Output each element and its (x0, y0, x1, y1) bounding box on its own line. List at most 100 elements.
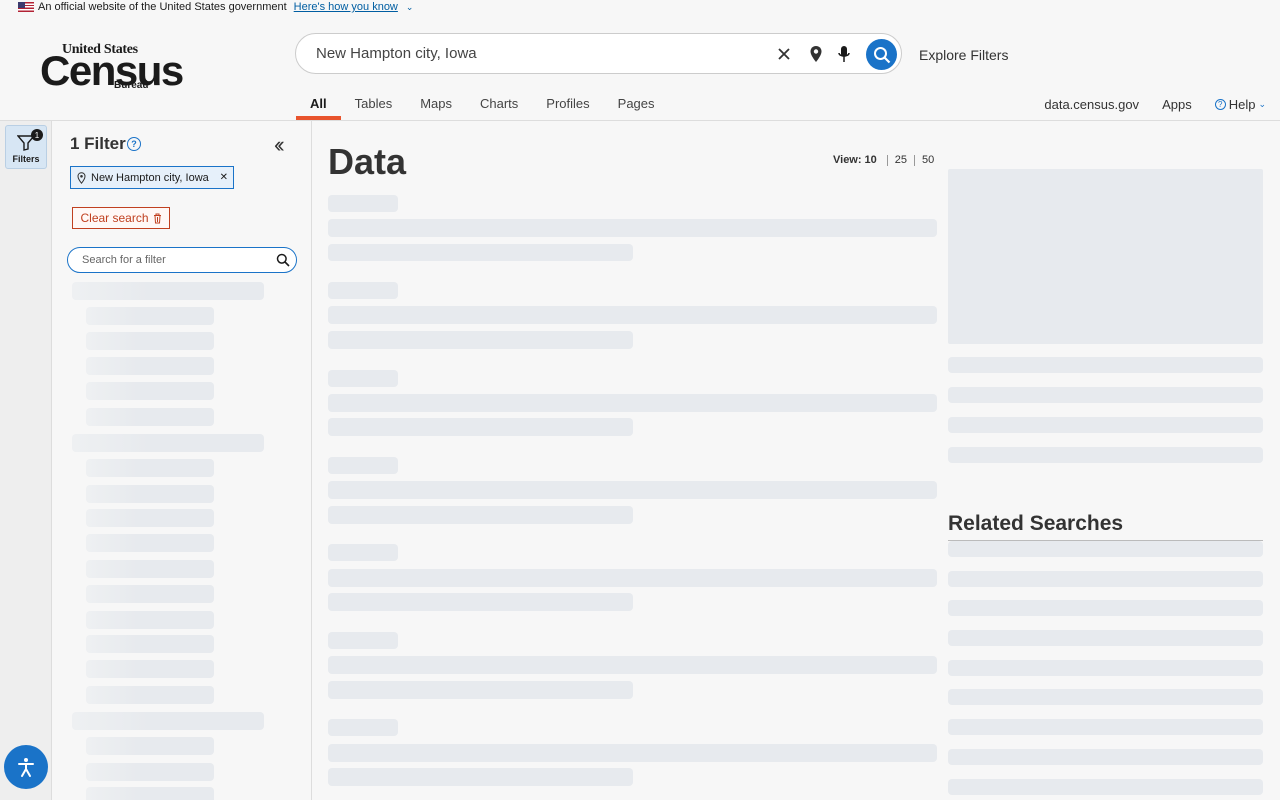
remove-filter-icon[interactable]: ✕ (220, 172, 228, 183)
skeleton-related-item (948, 749, 1263, 765)
skeleton-item (86, 485, 214, 503)
census-logo[interactable]: United States Census Bureau (40, 42, 184, 94)
skeleton-result-line (328, 681, 633, 699)
skeleton-line (948, 417, 1263, 433)
how-you-know-link[interactable]: Here's how you know (294, 1, 398, 13)
skeleton-item (86, 408, 214, 426)
trash-icon (153, 213, 161, 223)
skeleton-result-line (328, 394, 937, 412)
help-menu[interactable]: ? Help ⌄ (1214, 97, 1266, 112)
skeleton-result-line (328, 331, 633, 349)
tab-charts[interactable]: Charts (466, 95, 532, 120)
skeleton-result-line (328, 306, 937, 324)
main-results: Data View: 10 25 50 Related Searches (313, 121, 1280, 800)
skeleton-related-item (948, 541, 1263, 557)
skeleton-item (86, 560, 214, 578)
left-rail: 1 Filters (0, 121, 52, 800)
skeleton-result-line (328, 418, 633, 436)
active-filter-chip[interactable]: New Hampton city, Iowa ✕ (70, 166, 234, 189)
skeleton-related-item (948, 719, 1263, 735)
data-census-gov-link[interactable]: data.census.gov (1044, 97, 1139, 112)
skeleton-result-title (328, 457, 398, 474)
skeleton-result-line (328, 744, 937, 762)
skeleton-preview-card (948, 169, 1263, 344)
view-label: View: (833, 154, 862, 166)
collapse-panel-icon[interactable]: ‹‹ (274, 134, 284, 156)
skeleton-group (72, 712, 264, 730)
help-label: Help (1228, 97, 1256, 112)
skeleton-group (72, 434, 264, 452)
skeleton-item (86, 686, 214, 704)
skeleton-item (86, 332, 214, 350)
site-header: United States Census Bureau New Hampton … (0, 14, 1280, 121)
skeleton-item (86, 660, 214, 678)
accessibility-button[interactable] (4, 745, 48, 789)
filter-panel-title: 1 Filter (70, 134, 126, 153)
search-icon (873, 46, 890, 63)
skeleton-line (948, 387, 1263, 403)
skeleton-item (86, 737, 214, 755)
apps-link[interactable]: Apps (1162, 97, 1192, 112)
filter-search-input[interactable] (82, 254, 272, 266)
skeleton-related-item (948, 660, 1263, 676)
skeleton-result-title (328, 719, 398, 736)
tab-profiles[interactable]: Profiles (532, 95, 603, 120)
clear-search-button[interactable]: Clear search (72, 207, 170, 229)
view-option-25[interactable]: 25 (888, 154, 914, 166)
skeleton-item (86, 611, 214, 629)
skeleton-item (86, 307, 214, 325)
skeleton-related-item (948, 571, 1263, 587)
view-option-50[interactable]: 50 (915, 154, 941, 166)
skeleton-item (86, 382, 214, 400)
skeleton-item (86, 459, 214, 477)
filter-panel: 1 Filter ? ‹‹ New Hampton city, Iowa ✕ C… (53, 121, 312, 800)
results-per-page-selector: View: 10 25 50 (833, 154, 941, 166)
skeleton-item (86, 509, 214, 527)
header-right-links: data.census.gov Apps ? Help ⌄ (1044, 97, 1266, 112)
gov-banner-text: An official website of the United States… (38, 1, 287, 13)
main-search-box[interactable]: New Hampton city, Iowa (295, 33, 902, 74)
view-option-10[interactable]: 10 (865, 154, 884, 166)
tab-tables[interactable]: Tables (341, 95, 407, 120)
skeleton-item (86, 585, 214, 603)
skeleton-item (86, 534, 214, 552)
logo-line-2: Census (40, 47, 184, 94)
section-heading-data: Data (328, 141, 407, 182)
microphone-icon[interactable] (832, 42, 856, 66)
skeleton-result-line (328, 768, 633, 786)
search-submit-button[interactable] (866, 39, 897, 70)
result-type-tabs: All Tables Maps Charts Profiles Pages (296, 95, 669, 120)
filters-toggle-button[interactable]: 1 Filters (5, 125, 47, 169)
skeleton-group (72, 282, 264, 300)
accessibility-icon (18, 758, 34, 777)
filter-search-field[interactable] (67, 247, 297, 273)
skeleton-related-item (948, 630, 1263, 646)
location-pin-icon (77, 171, 86, 184)
skeleton-result-line (328, 244, 633, 261)
skeleton-result-line (328, 506, 633, 524)
skeleton-result-title (328, 370, 398, 387)
filter-count-badge: 1 (31, 129, 43, 141)
skeleton-item (86, 635, 214, 653)
tab-all[interactable]: All (296, 95, 341, 120)
help-circle-icon[interactable]: ? (127, 137, 141, 151)
skeleton-item (86, 357, 214, 375)
chevron-down-icon: ⌄ (1258, 99, 1266, 109)
clear-search-icon[interactable] (772, 42, 796, 66)
tab-maps[interactable]: Maps (406, 95, 466, 120)
logo-line-3: Bureau (114, 80, 149, 91)
skeleton-result-title (328, 544, 398, 561)
explore-filters-link[interactable]: Explore Filters (919, 47, 1008, 63)
tab-pages[interactable]: Pages (604, 95, 669, 120)
skeleton-result-title (328, 195, 398, 212)
chevron-down-icon[interactable]: ⌄ (406, 2, 414, 13)
skeleton-item (86, 763, 214, 781)
gov-banner: An official website of the United States… (0, 0, 1280, 14)
location-pin-icon[interactable] (804, 42, 828, 66)
filters-label: Filters (12, 154, 40, 164)
skeleton-result-line (328, 219, 937, 237)
skeleton-result-line (328, 569, 937, 587)
search-query-text[interactable]: New Hampton city, Iowa (316, 45, 477, 62)
skeleton-result-line (328, 593, 633, 611)
chip-label: New Hampton city, Iowa (91, 171, 209, 184)
